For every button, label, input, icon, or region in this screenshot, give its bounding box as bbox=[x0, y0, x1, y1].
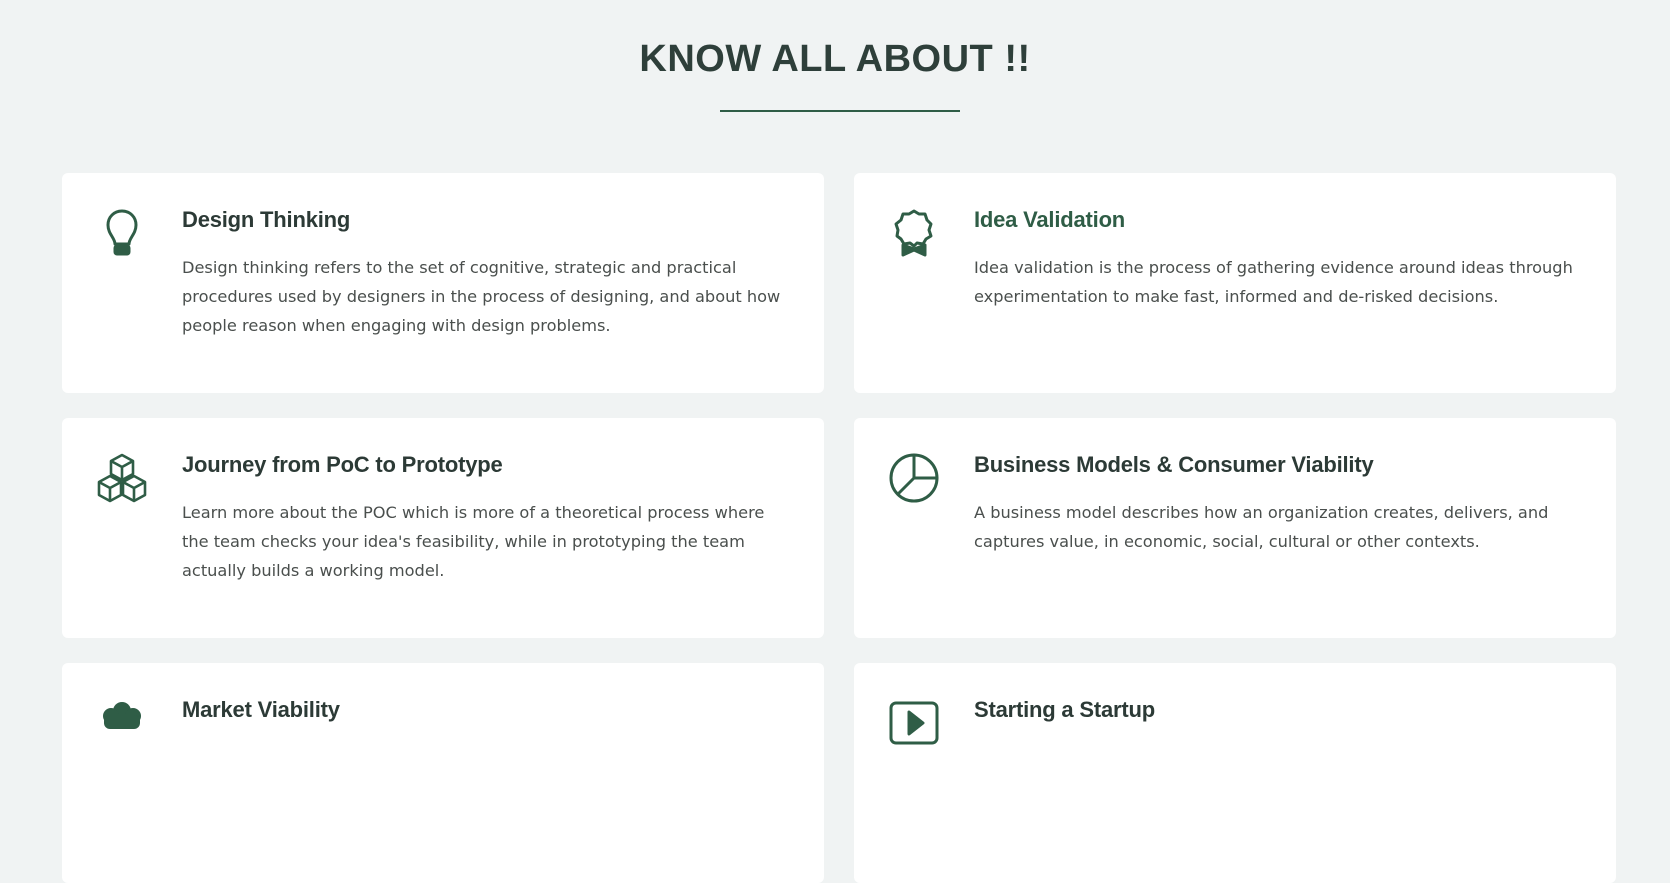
card-title: Business Models & Consumer Viability bbox=[974, 452, 1374, 477]
play-icon bbox=[888, 697, 940, 749]
card-idea-validation[interactable]: Idea Validation Idea validation is the p… bbox=[854, 173, 1616, 393]
card-description: Design thinking refers to the set of cog… bbox=[182, 258, 781, 335]
card-market-viability[interactable]: Market Viability bbox=[62, 663, 824, 883]
pie-chart-icon bbox=[888, 452, 940, 504]
card-description: Idea validation is the process of gather… bbox=[974, 258, 1573, 306]
card-title: Journey from PoC to Prototype bbox=[182, 452, 503, 477]
card-title: Starting a Startup bbox=[974, 697, 1155, 722]
card-title: Design Thinking bbox=[182, 207, 351, 232]
card-description: A business model describes how an organi… bbox=[974, 503, 1549, 551]
cloud-icon bbox=[96, 697, 148, 749]
card-business-models[interactable]: Business Models & Consumer Viability A b… bbox=[854, 418, 1616, 638]
card-design-thinking[interactable]: Design Thinking Design thinking refers t… bbox=[62, 173, 824, 393]
section-title: KNOW ALL ABOUT !! bbox=[639, 38, 1031, 80]
card-poc-to-prototype[interactable]: Journey from PoC to Prototype Learn more… bbox=[62, 418, 824, 638]
card-description: Learn more about the POC which is more o… bbox=[182, 503, 765, 580]
lightbulb-icon bbox=[96, 207, 148, 259]
cubes-icon bbox=[96, 452, 148, 504]
title-underline bbox=[720, 110, 960, 112]
card-title: Idea Validation bbox=[974, 207, 1126, 232]
card-title: Market Viability bbox=[182, 697, 340, 722]
card-starting-a-startup[interactable]: Starting a Startup bbox=[854, 663, 1616, 883]
award-badge-icon bbox=[888, 207, 940, 259]
